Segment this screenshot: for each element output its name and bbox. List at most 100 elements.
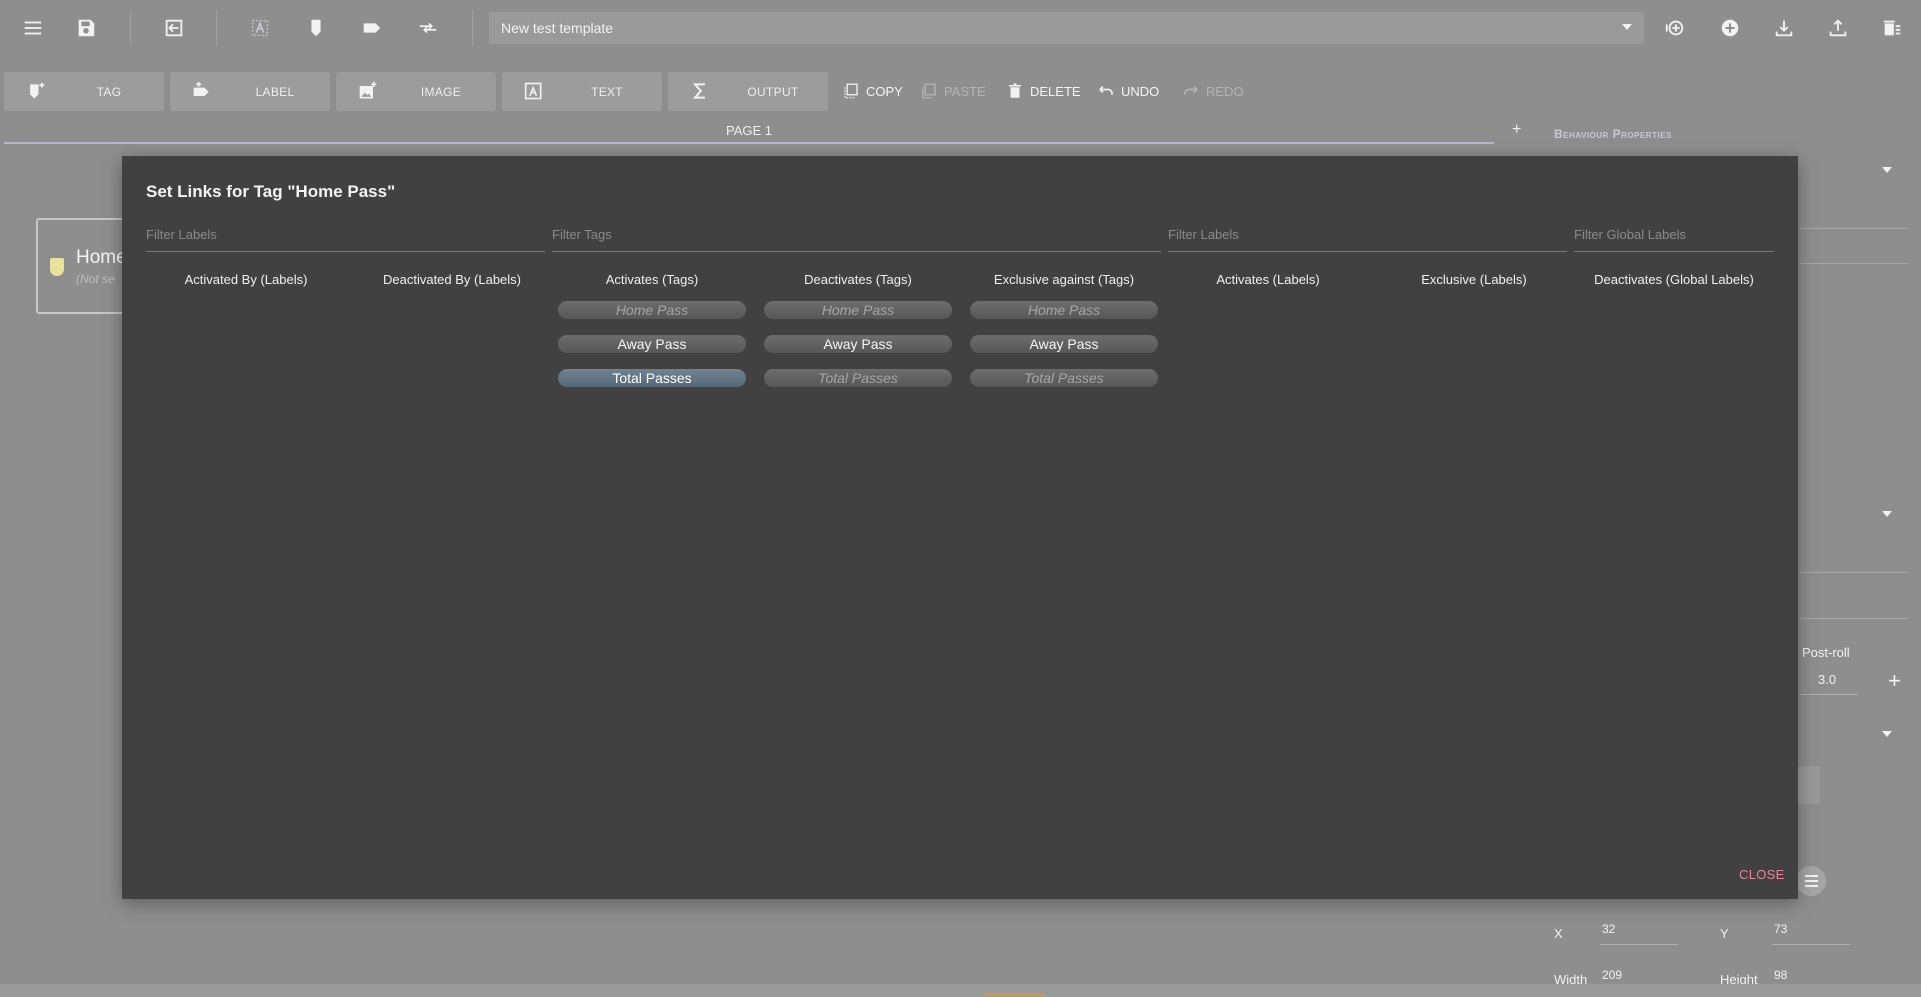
- column-activates-labels: Activates (Labels): [1216, 272, 1320, 287]
- add-circle-icon[interactable]: [1661, 14, 1689, 42]
- add-page-button[interactable]: +: [1512, 121, 1521, 139]
- filter-labels-right[interactable]: [1168, 226, 1567, 252]
- y-underline: [1772, 944, 1850, 945]
- y-label: Y: [1720, 926, 1729, 941]
- add-tag-button[interactable]: TAG: [4, 72, 164, 111]
- x-input[interactable]: 32: [1602, 922, 1615, 936]
- activates-tag-item[interactable]: Total Passes: [558, 369, 746, 387]
- add-output-button[interactable]: OUTPUT: [668, 72, 828, 111]
- exclusive-tag-item[interactable]: Away Pass: [970, 335, 1158, 353]
- column-deactivated-by: Deactivated By (Labels): [382, 272, 521, 287]
- trash-icon: [1009, 83, 1021, 98]
- chevron-down-icon[interactable]: [1882, 731, 1892, 737]
- color-swatch[interactable]: [1798, 766, 1820, 804]
- add-postroll-button[interactable]: +: [1888, 668, 1901, 694]
- redo-label: REDO: [1206, 83, 1244, 99]
- filter-labels-input[interactable]: [146, 227, 545, 242]
- tag-shape-icon[interactable]: [302, 14, 330, 42]
- filter-labels-left[interactable]: [146, 226, 545, 252]
- exit-icon[interactable]: [160, 14, 188, 42]
- link-arrows-icon[interactable]: [414, 14, 442, 42]
- add-image-button[interactable]: IMAGE: [336, 72, 496, 111]
- column-deactivates-global: Deactivates (Global Labels): [1594, 272, 1754, 287]
- exclusive-tag-item[interactable]: Home Pass: [970, 301, 1158, 319]
- text-button-label: TEXT: [591, 85, 623, 99]
- activates-tag-item[interactable]: Away Pass: [558, 335, 746, 353]
- page-tab-label: PAGE 1: [725, 123, 772, 138]
- column-activates-tags: Activates (Tags): [605, 272, 699, 287]
- template-name: New test template: [501, 20, 614, 36]
- top-toolbar: New test template: [0, 0, 1921, 56]
- divider: [1800, 572, 1908, 573]
- y-input[interactable]: 73: [1774, 922, 1787, 936]
- width-input[interactable]: 209: [1602, 968, 1622, 982]
- label-plus-icon: [193, 81, 209, 96]
- exclusive-tag-item[interactable]: Total Passes: [970, 369, 1158, 387]
- chevron-down-icon: [1622, 24, 1632, 30]
- height-input[interactable]: 98: [1774, 968, 1787, 982]
- tag-color-icon: [50, 258, 64, 276]
- align-menu-button[interactable]: [1796, 866, 1826, 896]
- filter-tags[interactable]: [552, 226, 1161, 252]
- tag-button-label: TAG: [96, 85, 122, 99]
- output-button-label: OUTPUT: [747, 85, 799, 99]
- activates-tag-item[interactable]: Home Pass: [558, 301, 746, 319]
- filter-global-labels[interactable]: [1574, 226, 1774, 252]
- close-button[interactable]: CLOSE: [1739, 867, 1785, 882]
- status-marker: [984, 993, 1046, 997]
- copy-icon: [844, 83, 858, 99]
- chevron-down-icon[interactable]: [1882, 511, 1892, 517]
- filter-labels-input[interactable]: [1168, 227, 1567, 242]
- menu-icon[interactable]: [19, 14, 47, 42]
- canvas-tag-status: (Not se: [76, 272, 115, 286]
- dialog-title: Set Links for Tag "Home Pass": [146, 182, 396, 201]
- delete-list-icon[interactable]: [1878, 14, 1906, 42]
- postroll-label: Post-roll: [1802, 645, 1850, 660]
- add-icon[interactable]: [1716, 14, 1744, 42]
- redo-icon: [1184, 85, 1198, 95]
- status-strip: [0, 984, 1921, 997]
- upload-icon[interactable]: [1824, 14, 1852, 42]
- postroll-underline: [1800, 694, 1858, 695]
- sigma-icon: [692, 83, 705, 99]
- properties-title: Behaviour Properties: [1554, 127, 1672, 141]
- x-label: X: [1554, 926, 1563, 941]
- text-box-icon: [524, 82, 542, 100]
- x-underline: [1600, 944, 1678, 945]
- copy-button[interactable]: COPY: [842, 82, 903, 100]
- label-shape-icon[interactable]: [358, 14, 386, 42]
- delete-label: DELETE: [1030, 83, 1081, 99]
- undo-button[interactable]: UNDO: [1097, 82, 1159, 100]
- add-label-button[interactable]: LABEL: [170, 72, 330, 111]
- filter-global-labels-input[interactable]: [1574, 227, 1774, 242]
- deactivates-tag-item[interactable]: Home Pass: [764, 301, 952, 319]
- tab-page-1[interactable]: PAGE 1: [4, 119, 1494, 145]
- filter-tags-input[interactable]: [552, 227, 1161, 242]
- postroll-input[interactable]: 3.0: [1818, 672, 1836, 687]
- chevron-down-icon[interactable]: [1882, 167, 1892, 173]
- deactivates-tag-item[interactable]: Total Passes: [764, 369, 952, 387]
- set-links-dialog: Set Links for Tag "Home Pass" Activated …: [122, 156, 1798, 899]
- deactivates-tag-item[interactable]: Away Pass: [764, 335, 952, 353]
- text-frame-icon[interactable]: [246, 14, 274, 42]
- divider: [1800, 263, 1908, 264]
- undo-label: UNDO: [1121, 83, 1160, 99]
- active-tab-indicator: [4, 142, 1494, 144]
- canvas-tag-name: Home: [76, 247, 127, 268]
- column-activated-by: Activated By (Labels): [184, 272, 308, 287]
- redo-button[interactable]: REDO: [1182, 82, 1244, 100]
- delete-button[interactable]: DELETE: [1006, 82, 1081, 100]
- column-exclusive-labels: Exclusive (Labels): [1421, 272, 1527, 287]
- paste-button[interactable]: PASTE: [920, 82, 986, 100]
- column-deactivates-tags: Deactivates (Tags): [804, 272, 912, 287]
- save-icon[interactable]: [72, 14, 100, 42]
- paste-icon: [922, 83, 936, 99]
- label-button-label: LABEL: [255, 85, 295, 99]
- column-exclusive-tags: Exclusive against (Tags): [993, 272, 1135, 287]
- paste-label: PASTE: [944, 83, 986, 99]
- download-icon[interactable]: [1770, 14, 1798, 42]
- tag-plus-icon: [30, 82, 45, 99]
- copy-label: COPY: [866, 83, 903, 99]
- add-text-button[interactable]: TEXT: [502, 72, 662, 111]
- template-select[interactable]: New test template: [489, 12, 1644, 44]
